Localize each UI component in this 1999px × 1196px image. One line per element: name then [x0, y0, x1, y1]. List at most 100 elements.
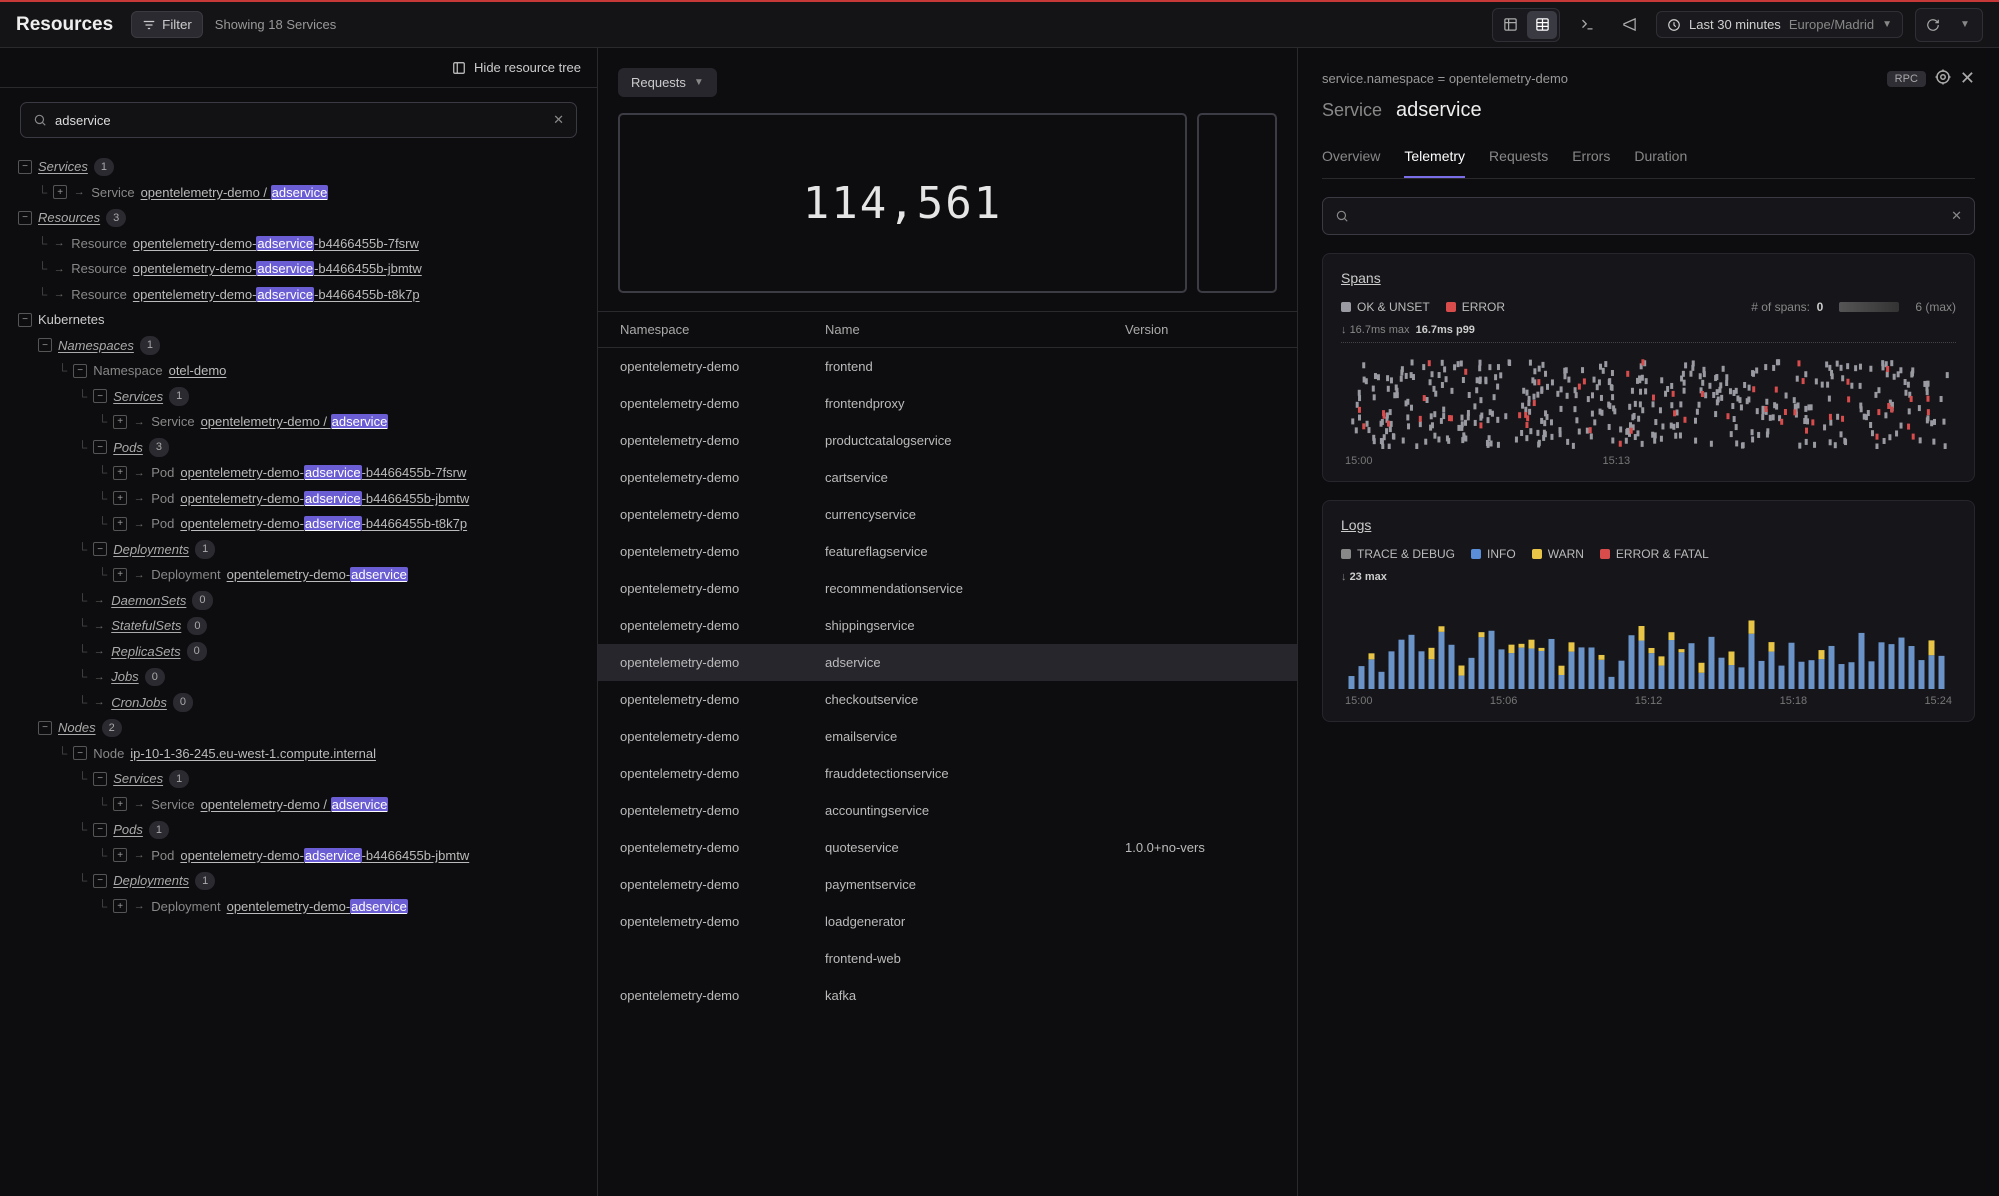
expand-toggle[interactable]: − — [93, 440, 107, 454]
clear-search-button[interactable]: ✕ — [553, 112, 564, 128]
expand-toggle[interactable]: + — [113, 415, 127, 429]
tab-overview[interactable]: Overview — [1322, 140, 1380, 178]
tree-pod-item[interactable]: └+ → Pod opentelemetry-demo-adservice-b4… — [18, 511, 585, 537]
tree-resources[interactable]: − Resources 3 — [18, 205, 585, 231]
tree-empty-cat[interactable]: └ → ReplicaSets 0 — [18, 639, 585, 665]
tree-namespace-item[interactable]: └− Namespace otel-demo — [18, 358, 585, 384]
tree-empty-cat[interactable]: └ → StatefulSets 0 — [18, 613, 585, 639]
table-row[interactable]: opentelemetry-demo emailservice — [598, 718, 1297, 755]
tree-resource-item[interactable]: └ → Resource opentelemetry-demo-adservic… — [18, 282, 585, 308]
tree-resource-item[interactable]: └ → Resource opentelemetry-demo-adservic… — [18, 256, 585, 282]
tree-pod-item[interactable]: └+ → Pod opentelemetry-demo-adservice-b4… — [18, 460, 585, 486]
announce-button[interactable] — [1614, 11, 1644, 39]
filter-button[interactable]: Filter — [131, 11, 203, 38]
metric-dropdown[interactable]: Requests ▼ — [618, 68, 717, 97]
tree-node-pod-item[interactable]: └+ → Pod opentelemetry-demo-adservice-b4… — [18, 843, 585, 869]
legend-fatal[interactable]: ERROR & FATAL — [1600, 547, 1709, 561]
spans-chart[interactable] — [1341, 349, 1956, 449]
expand-toggle[interactable]: + — [113, 568, 127, 582]
tree-service-item[interactable]: └+ → Service opentelemetry-demo / adserv… — [18, 180, 585, 206]
expand-toggle[interactable]: − — [93, 823, 107, 837]
legend-trace[interactable]: TRACE & DEBUG — [1341, 547, 1455, 561]
expand-toggle[interactable]: + — [113, 797, 127, 811]
legend-error[interactable]: ERROR — [1446, 300, 1505, 314]
legend-ok[interactable]: OK & UNSET — [1341, 300, 1430, 314]
tree-empty-cat[interactable]: └ → Jobs 0 — [18, 664, 585, 690]
detail-search-input[interactable] — [1357, 209, 1943, 224]
tree-ns-service-item[interactable]: └+ → Service opentelemetry-demo / adserv… — [18, 409, 585, 435]
tab-errors[interactable]: Errors — [1572, 140, 1610, 178]
expand-toggle[interactable]: + — [113, 899, 127, 913]
tab-requests[interactable]: Requests — [1489, 140, 1548, 178]
header-name[interactable]: Name — [825, 322, 1125, 337]
tree-namespaces[interactable]: − Namespaces 1 — [18, 333, 585, 359]
tree-deployment-item[interactable]: └+ → Deployment opentelemetry-demo-adser… — [18, 562, 585, 588]
logs-chart[interactable] — [1341, 589, 1956, 689]
tree-node-service-item[interactable]: └+ → Service opentelemetry-demo / adserv… — [18, 792, 585, 818]
table-row[interactable]: opentelemetry-demo frauddetectionservice — [598, 755, 1297, 792]
tab-telemetry[interactable]: Telemetry — [1404, 140, 1465, 178]
logs-title[interactable]: Logs — [1341, 517, 1371, 533]
time-range-picker[interactable]: Last 30 minutes Europe/Madrid ▼ — [1656, 11, 1903, 38]
tree-services[interactable]: − Services 1 — [18, 154, 585, 180]
table-row[interactable]: opentelemetry-demo frontendproxy — [598, 385, 1297, 422]
terminal-button[interactable] — [1572, 11, 1602, 39]
expand-toggle[interactable]: + — [113, 848, 127, 862]
tree-node-pods[interactable]: └− Pods 1 — [18, 817, 585, 843]
expand-toggle[interactable]: − — [38, 338, 52, 352]
tree-node-item[interactable]: └− Node ip-10-1-36-245.eu-west-1.compute… — [18, 741, 585, 767]
tree-node-deployment-item[interactable]: └+ → Deployment opentelemetry-demo-adser… — [18, 894, 585, 920]
tree-ns-deployments[interactable]: └− Deployments 1 — [18, 537, 585, 563]
expand-toggle[interactable]: − — [93, 389, 107, 403]
expand-toggle[interactable]: − — [38, 721, 52, 735]
refresh-menu-button[interactable]: ▼ — [1950, 11, 1980, 39]
tree-kubernetes[interactable]: − Kubernetes — [18, 307, 585, 333]
table-view-button[interactable] — [1527, 11, 1557, 39]
tree-resource-item[interactable]: └ → Resource opentelemetry-demo-adservic… — [18, 231, 585, 257]
table-row[interactable]: opentelemetry-demo currencyservice — [598, 496, 1297, 533]
refresh-button[interactable] — [1918, 11, 1948, 39]
expand-toggle[interactable]: − — [73, 746, 87, 760]
tree-ns-pods[interactable]: └− Pods 3 — [18, 435, 585, 461]
table-row[interactable]: opentelemetry-demo loadgenerator — [598, 903, 1297, 940]
expand-toggle[interactable]: − — [93, 542, 107, 556]
expand-toggle[interactable]: − — [73, 364, 87, 378]
spans-title[interactable]: Spans — [1341, 270, 1381, 286]
expand-toggle[interactable]: − — [93, 772, 107, 786]
table-row[interactable]: opentelemetry-demo frontend — [598, 348, 1297, 385]
expand-toggle[interactable]: + — [113, 466, 127, 480]
close-detail-button[interactable]: ✕ — [1960, 68, 1975, 89]
expand-toggle[interactable]: + — [113, 491, 127, 505]
header-namespace[interactable]: Namespace — [620, 322, 825, 337]
legend-warn[interactable]: WARN — [1532, 547, 1584, 561]
expand-toggle[interactable]: + — [113, 517, 127, 531]
table-row[interactable]: opentelemetry-demo productcatalogservice — [598, 422, 1297, 459]
tree-ns-services[interactable]: └− Services 1 — [18, 384, 585, 410]
expand-toggle[interactable]: − — [18, 211, 32, 225]
hide-tree-button[interactable]: Hide resource tree — [0, 48, 597, 88]
tree-empty-cat[interactable]: └ → DaemonSets 0 — [18, 588, 585, 614]
map-view-button[interactable] — [1495, 11, 1525, 39]
table-row[interactable]: opentelemetry-demo featureflagservice — [598, 533, 1297, 570]
table-row[interactable]: opentelemetry-demo shippingservice — [598, 607, 1297, 644]
table-row[interactable]: opentelemetry-demo quoteservice 1.0.0+no… — [598, 829, 1297, 866]
table-row[interactable]: frontend-web — [598, 940, 1297, 977]
expand-toggle[interactable]: − — [93, 874, 107, 888]
detail-search[interactable]: ✕ — [1322, 197, 1975, 235]
tree-node-deployments[interactable]: └− Deployments 1 — [18, 868, 585, 894]
tab-duration[interactable]: Duration — [1634, 140, 1687, 178]
legend-info[interactable]: INFO — [1471, 547, 1516, 561]
table-row[interactable]: opentelemetry-demo kafka — [598, 977, 1297, 1014]
tree-empty-cat[interactable]: └ → CronJobs 0 — [18, 690, 585, 716]
table-row[interactable]: opentelemetry-demo cartservice — [598, 459, 1297, 496]
table-row[interactable]: opentelemetry-demo accountingservice — [598, 792, 1297, 829]
table-row[interactable]: opentelemetry-demo checkoutservice — [598, 681, 1297, 718]
table-row[interactable]: opentelemetry-demo recommendationservice — [598, 570, 1297, 607]
header-version[interactable]: Version — [1125, 322, 1275, 337]
clear-button[interactable]: ✕ — [1951, 208, 1962, 224]
tree-node-services[interactable]: └− Services 1 — [18, 766, 585, 792]
table-row[interactable]: opentelemetry-demo adservice — [598, 644, 1297, 681]
expand-toggle[interactable]: − — [18, 313, 32, 327]
expand-toggle[interactable]: + — [53, 185, 67, 199]
expand-toggle[interactable]: − — [18, 160, 32, 174]
